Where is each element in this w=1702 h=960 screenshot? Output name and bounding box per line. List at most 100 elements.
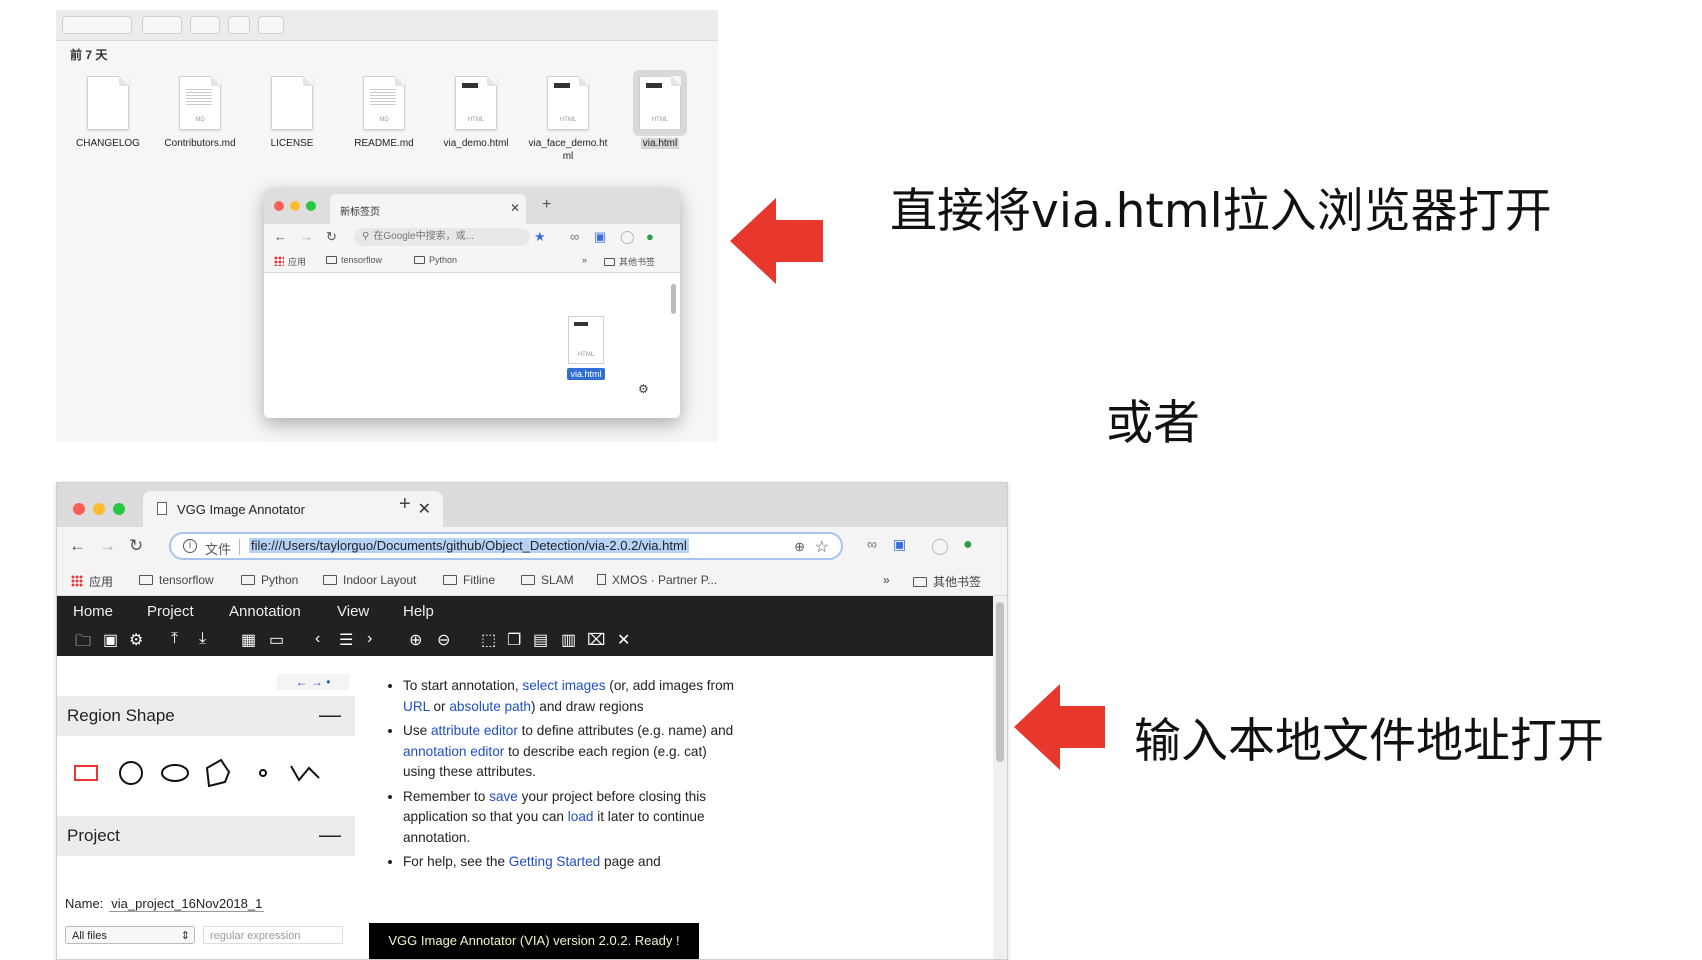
file-item-readme[interactable]: MD README.md — [336, 76, 432, 150]
new-tab-icon[interactable]: + — [542, 196, 551, 214]
translate-extension-icon[interactable]: ▣ — [893, 536, 906, 553]
translate-icon[interactable]: ▣ — [594, 229, 606, 245]
scrollbar[interactable] — [671, 284, 676, 314]
collapse-icon[interactable]: — — [319, 702, 341, 728]
select-all-icon[interactable]: ⬚ — [481, 630, 496, 650]
bookmark-apps[interactable]: 应用 — [71, 573, 113, 590]
upload-icon[interactable]: ⤒ — [171, 630, 178, 648]
bookmarks-overflow[interactable]: » — [883, 573, 890, 587]
shape-ellipse-icon[interactable] — [161, 764, 189, 782]
tag-button[interactable] — [258, 16, 284, 34]
share-button[interactable] — [228, 16, 250, 34]
info-icon[interactable]: i — [183, 539, 197, 553]
save-link[interactable]: save — [489, 789, 518, 804]
profile-icon[interactable]: ◯ — [931, 536, 949, 556]
bookmark-tensorflow[interactable]: tensorflow — [326, 255, 382, 265]
project-header[interactable]: Project — — [57, 816, 355, 856]
paste-icon[interactable]: ▤ — [533, 630, 548, 650]
bookmarks-overflow[interactable]: » — [582, 255, 587, 265]
grid-icon[interactable]: ▦ — [241, 630, 256, 650]
url-text[interactable]: file:///Users/taylorguo/Documents/github… — [249, 538, 689, 553]
star-icon[interactable]: ★ — [534, 229, 546, 245]
minimize-dot[interactable] — [93, 503, 105, 515]
close-dot[interactable] — [73, 503, 85, 515]
bookmark-xmos[interactable]: XMOS · Partner P... — [597, 573, 717, 587]
reload-icon[interactable]: ↻ — [326, 229, 337, 245]
bookmark-apps[interactable]: 应用 — [274, 255, 306, 268]
page-scrollbar[interactable] — [993, 596, 1007, 959]
view-mode-buttons[interactable] — [62, 16, 132, 34]
close-icon[interactable]: ✕ — [510, 201, 520, 215]
open-folder-icon[interactable]: 🗀 — [75, 630, 91, 657]
omnibox[interactable]: i 文件 file:///Users/taylorguo/Documents/g… — [169, 532, 843, 560]
zoom-dot[interactable] — [113, 503, 125, 515]
file-item-via[interactable]: HTML via.html — [612, 76, 708, 150]
shape-polyline-icon[interactable] — [290, 765, 320, 782]
url-link[interactable]: URL — [403, 699, 430, 714]
settings-icon[interactable]: ⚙ — [129, 630, 143, 650]
comment-icon[interactable]: ▭ — [269, 630, 284, 650]
zoom-in-icon[interactable]: ⊕ — [409, 630, 422, 650]
incognito-icon[interactable]: ∞ — [867, 536, 877, 552]
new-tab-icon[interactable]: + — [399, 493, 411, 516]
image-nav-links[interactable]: ← → • — [277, 674, 349, 690]
shape-circle-icon[interactable] — [119, 761, 143, 785]
annotation-editor-link[interactable]: annotation editor — [403, 744, 504, 759]
bookmark-python[interactable]: Python — [414, 255, 457, 265]
delete-icon[interactable]: ⌧ — [587, 630, 605, 650]
select-images-link[interactable]: select images — [522, 678, 605, 693]
file-item-changelog[interactable]: CHANGELOG — [60, 76, 156, 150]
getting-started-link[interactable]: Getting Started — [509, 854, 600, 869]
collapse-icon[interactable]: — — [319, 822, 341, 848]
bookmark-fitline[interactable]: Fitline — [443, 573, 495, 587]
forward-icon[interactable]: → — [300, 229, 313, 244]
save-icon[interactable]: ▣ — [103, 630, 118, 650]
bookmark-other[interactable]: 其他书签 — [604, 255, 655, 268]
shape-point-icon[interactable] — [259, 769, 267, 777]
menu-project[interactable]: Project — [147, 603, 194, 620]
back-icon[interactable]: ← — [274, 229, 287, 244]
arrange-button[interactable] — [142, 16, 182, 34]
bookmark-python[interactable]: Python — [241, 573, 298, 587]
next-icon[interactable]: › — [367, 630, 372, 648]
bookmark-indoor-layout[interactable]: Indoor Layout — [323, 573, 416, 587]
dragged-file[interactable]: HTML via.html — [556, 316, 616, 382]
regex-input[interactable]: regular expression — [203, 926, 343, 944]
load-link[interactable]: load — [568, 809, 594, 824]
mini-omnibox[interactable]: ⚲ 在Google中搜索，或... — [354, 228, 530, 246]
attribute-editor-link[interactable]: attribute editor — [431, 723, 518, 738]
zoom-dot[interactable] — [306, 201, 316, 211]
shape-polygon-icon[interactable] — [205, 758, 231, 788]
bookmark-other[interactable]: 其他书签 — [913, 573, 981, 590]
region-shape-header[interactable]: Region Shape — — [57, 696, 355, 736]
close-dot[interactable] — [274, 201, 284, 211]
back-icon[interactable]: ← — [69, 536, 86, 556]
file-item-license[interactable]: LICENSE — [244, 76, 340, 150]
menu-annotation[interactable]: Annotation — [229, 603, 301, 620]
bookmark-tensorflow[interactable]: tensorflow — [139, 573, 214, 587]
minimize-dot[interactable] — [290, 201, 300, 211]
paste-special-icon[interactable]: ▥ — [561, 630, 576, 650]
mini-tab[interactable]: 新标签页 ✕ — [330, 194, 526, 224]
extension-icon[interactable]: ● — [963, 536, 973, 554]
gear-icon[interactable]: ⚙ — [638, 382, 649, 396]
star-icon[interactable]: ☆ — [815, 537, 829, 557]
shape-rect-icon[interactable] — [74, 765, 98, 781]
menu-view[interactable]: View — [337, 603, 369, 620]
browser-tab[interactable]: VGG Image Annotator ✕ — [143, 491, 443, 527]
zoom-out-icon[interactable]: ⊖ — [437, 630, 450, 650]
copy-icon[interactable]: ❐ — [507, 630, 521, 650]
prev-icon[interactable]: ‹ — [315, 630, 320, 648]
extension-icon[interactable]: ● — [646, 229, 654, 244]
project-name-input[interactable]: via_project_16Nov2018_1 — [109, 896, 265, 912]
file-filter-select[interactable]: All files ⇕ — [65, 926, 195, 944]
forward-icon[interactable]: → — [99, 536, 116, 556]
list-icon[interactable]: ☰ — [339, 630, 353, 650]
reload-icon[interactable]: ↻ — [129, 536, 143, 556]
menu-help[interactable]: Help — [403, 603, 434, 620]
translate-icon[interactable]: ⊕ — [794, 539, 805, 555]
action-gear-button[interactable] — [190, 16, 220, 34]
close-icon[interactable]: ✕ — [418, 499, 431, 519]
menu-home[interactable]: Home — [73, 603, 113, 620]
download-icon[interactable]: ⤓ — [199, 630, 206, 648]
